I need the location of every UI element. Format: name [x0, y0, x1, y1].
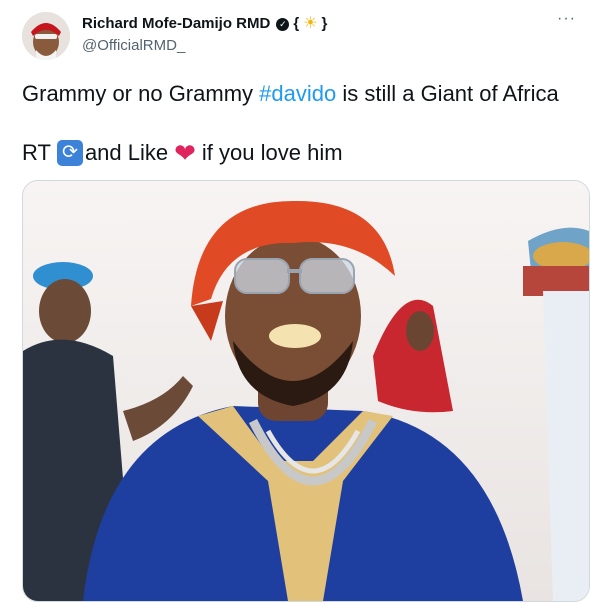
- author-avatar[interactable]: [22, 12, 70, 60]
- author-display-name[interactable]: Richard Mofe-Damijo RMD: [82, 14, 270, 34]
- photo-illustration: [23, 181, 589, 601]
- tweet-photo[interactable]: [22, 180, 590, 602]
- avatar-image: [22, 12, 70, 60]
- red-heart-emoji-icon: ❤: [174, 138, 196, 168]
- tweet-text-prefix: Grammy or no Grammy: [22, 81, 260, 106]
- sun-emoji-icon: ☀: [303, 15, 318, 32]
- hashtag-link[interactable]: #davido: [259, 81, 336, 106]
- and-like-text: and Like: [84, 140, 169, 165]
- tweet-text-line-1: Grammy or no Grammy #davido is still a G…: [22, 79, 559, 109]
- if-you-love-him-text: if you love him: [201, 140, 343, 165]
- rt-text: RT: [22, 140, 51, 165]
- more-options-icon[interactable]: ···: [557, 10, 576, 28]
- author-handle[interactable]: @OfficialRMD_: [82, 36, 185, 56]
- name-open-brace: {: [293, 15, 300, 32]
- name-close-brace: }: [321, 15, 328, 32]
- repeat-emoji-icon: ⟳: [56, 140, 83, 166]
- tweet-text-line-2: RT ⟳ and Like ❤ if you love him: [22, 138, 343, 168]
- verified-badge-icon: ✓: [276, 17, 290, 31]
- author-name-row[interactable]: Richard Mofe-Damijo RMD ✓ { ☀ }: [82, 14, 327, 34]
- tweet-text-suffix: is still a Giant of Africa: [336, 81, 559, 106]
